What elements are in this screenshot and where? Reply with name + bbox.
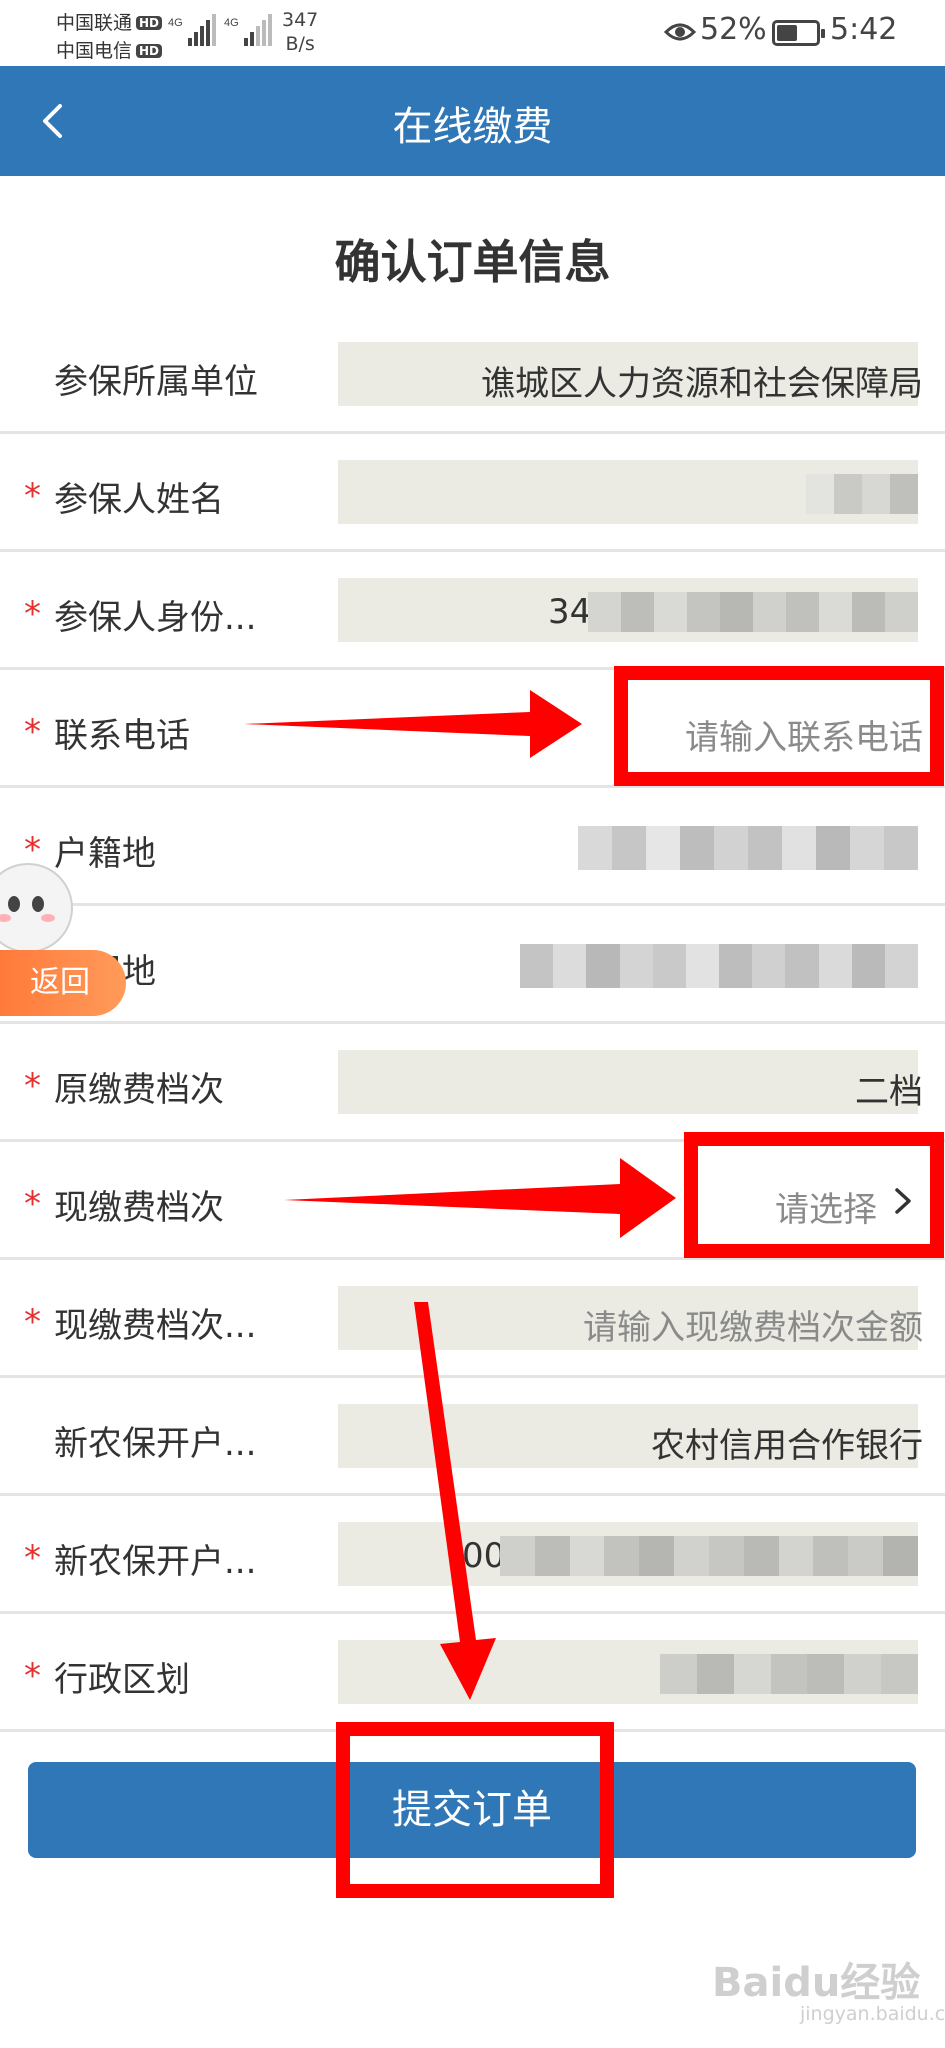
- required-mark: *: [24, 1066, 41, 1106]
- required-mark: *: [24, 594, 41, 634]
- form-row-account-number: * 新农保开户... 00: [0, 1496, 945, 1614]
- signal-icon: 4G: [168, 14, 216, 46]
- form-row-household-registration: * 户籍地: [0, 788, 945, 906]
- row-value: 00: [462, 1536, 506, 1576]
- blurred-value: [660, 1654, 919, 1694]
- row-label: 原缴费档次: [54, 1070, 224, 1110]
- form-row-current-tier-amount: * 现缴费档次... 请输入现缴费档次金额: [0, 1260, 945, 1378]
- blurred-value: [578, 826, 918, 870]
- form-row-admin-region: * 行政区划: [0, 1614, 945, 1732]
- blurred-value: [588, 592, 918, 632]
- row-value: 谯城区人力资源和社会保障局: [481, 364, 923, 404]
- mascot-icon[interactable]: [0, 860, 76, 956]
- carrier-2: 中国电信 HD: [56, 36, 163, 63]
- signal-icon: 4G: [224, 14, 272, 46]
- highlight-box-submit: [336, 1722, 614, 1898]
- page-title: 在线缴费: [392, 104, 553, 150]
- required-mark: *: [24, 1302, 41, 1342]
- row-label: 联系电话: [54, 716, 190, 756]
- required-mark: *: [24, 1656, 41, 1696]
- form-row-insured-unit: 参保所属单位 谯城区人力资源和社会保障局: [0, 316, 945, 434]
- form-row-name: * 参保人姓名: [0, 434, 945, 552]
- form-row-bank: 新农保开户... 农村信用合作银行: [0, 1378, 945, 1496]
- carrier-1: 中国联通 HD: [56, 8, 163, 35]
- watermark-logo: Baidu经验: [712, 1960, 921, 2006]
- row-value: 二档: [855, 1072, 923, 1112]
- required-mark: *: [24, 1184, 41, 1224]
- highlight-box-tier: [684, 1132, 944, 1258]
- form-row-id-number: * 参保人身份... 34: [0, 552, 945, 670]
- amount-input[interactable]: 请输入现缴费档次金额: [583, 1300, 923, 1349]
- network-type: 4G: [224, 17, 239, 29]
- row-label: 现缴费档次: [54, 1188, 224, 1228]
- hd-badge: HD: [136, 44, 163, 58]
- value-field: [338, 1050, 918, 1114]
- float-back-button[interactable]: 返回: [0, 950, 126, 1016]
- battery-percent: 52%: [700, 12, 767, 47]
- required-mark: *: [24, 1538, 41, 1578]
- blurred-value: [520, 944, 919, 988]
- clock: 5:42: [830, 12, 898, 47]
- form-row-residence: * 现居地: [0, 906, 945, 1024]
- row-label: 新农保开户...: [54, 1542, 257, 1582]
- required-mark: *: [24, 712, 41, 752]
- status-bar: 中国联通 HD 中国电信 HD 4G 4G 347 B/s 52% 5:42: [0, 0, 945, 66]
- battery-icon: [772, 20, 825, 46]
- blurred-value: [500, 1536, 918, 1576]
- row-label: 新农保开户...: [54, 1424, 257, 1464]
- title-bar: 在线缴费: [0, 66, 945, 176]
- highlight-box-phone: [614, 666, 944, 786]
- hd-badge: HD: [136, 16, 163, 30]
- network-type: 4G: [168, 17, 183, 29]
- row-label: 参保人姓名: [54, 480, 224, 520]
- row-label: 现缴费档次...: [54, 1306, 257, 1346]
- watermark-url: jingyan.baidu.com: [800, 2003, 945, 2025]
- required-mark: *: [24, 476, 41, 516]
- row-label: 行政区划: [54, 1660, 190, 1700]
- row-label: 参保所属单位: [54, 362, 258, 402]
- page-heading: 确认订单信息: [334, 235, 611, 289]
- blurred-value: [806, 474, 918, 514]
- form-row-original-tier: * 原缴费档次 二档: [0, 1024, 945, 1142]
- row-value: 34: [548, 592, 592, 632]
- eye-comfort-icon: [664, 23, 696, 41]
- row-value: 农村信用合作银行: [651, 1426, 923, 1466]
- row-label: 参保人身份...: [54, 598, 257, 638]
- network-speed: 347 B/s: [282, 9, 319, 55]
